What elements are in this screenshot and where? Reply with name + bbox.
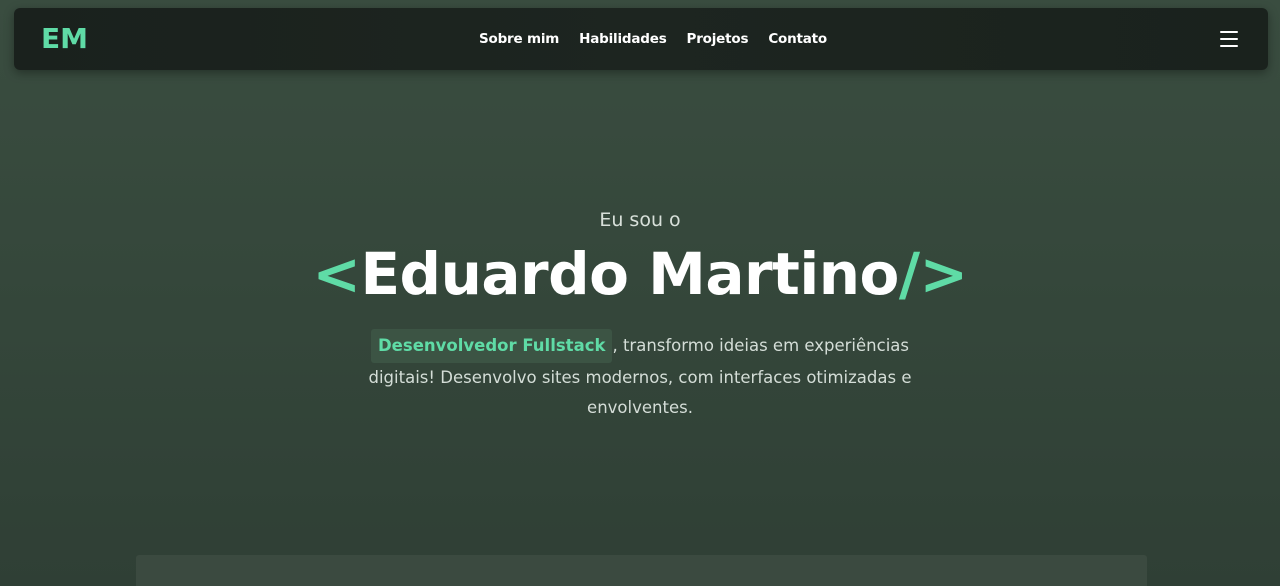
content-panel xyxy=(136,555,1147,586)
nav-link-sobre-mim[interactable]: Sobre mim xyxy=(479,31,559,47)
menu-bar xyxy=(1220,38,1238,40)
hero-description: Desenvolvedor Fullstack, transformo idei… xyxy=(340,329,940,423)
hamburger-menu-icon[interactable] xyxy=(1220,29,1240,49)
nav-link-contato[interactable]: Contato xyxy=(768,31,827,47)
hero-greeting: Eu sou o xyxy=(599,209,681,231)
hero-name: <Eduardo Martino/> xyxy=(0,243,1280,305)
hero-name-text: Eduardo Martino xyxy=(360,240,899,308)
role-highlight: Desenvolvedor Fullstack xyxy=(370,329,613,363)
nav-links: Sobre mim Habilidades Projetos Contato xyxy=(14,8,1268,70)
menu-bar xyxy=(1220,45,1238,47)
nav-link-projetos[interactable]: Projetos xyxy=(687,31,749,47)
open-bracket: < xyxy=(312,240,361,308)
menu-bar xyxy=(1220,31,1238,33)
nav-link-habilidades[interactable]: Habilidades xyxy=(579,31,667,47)
close-bracket: /> xyxy=(898,240,968,308)
navbar: EM Sobre mim Habilidades Projetos Contat… xyxy=(14,8,1268,70)
hero-section: Eu sou o <Eduardo Martino/> Desenvolvedo… xyxy=(0,200,1280,423)
